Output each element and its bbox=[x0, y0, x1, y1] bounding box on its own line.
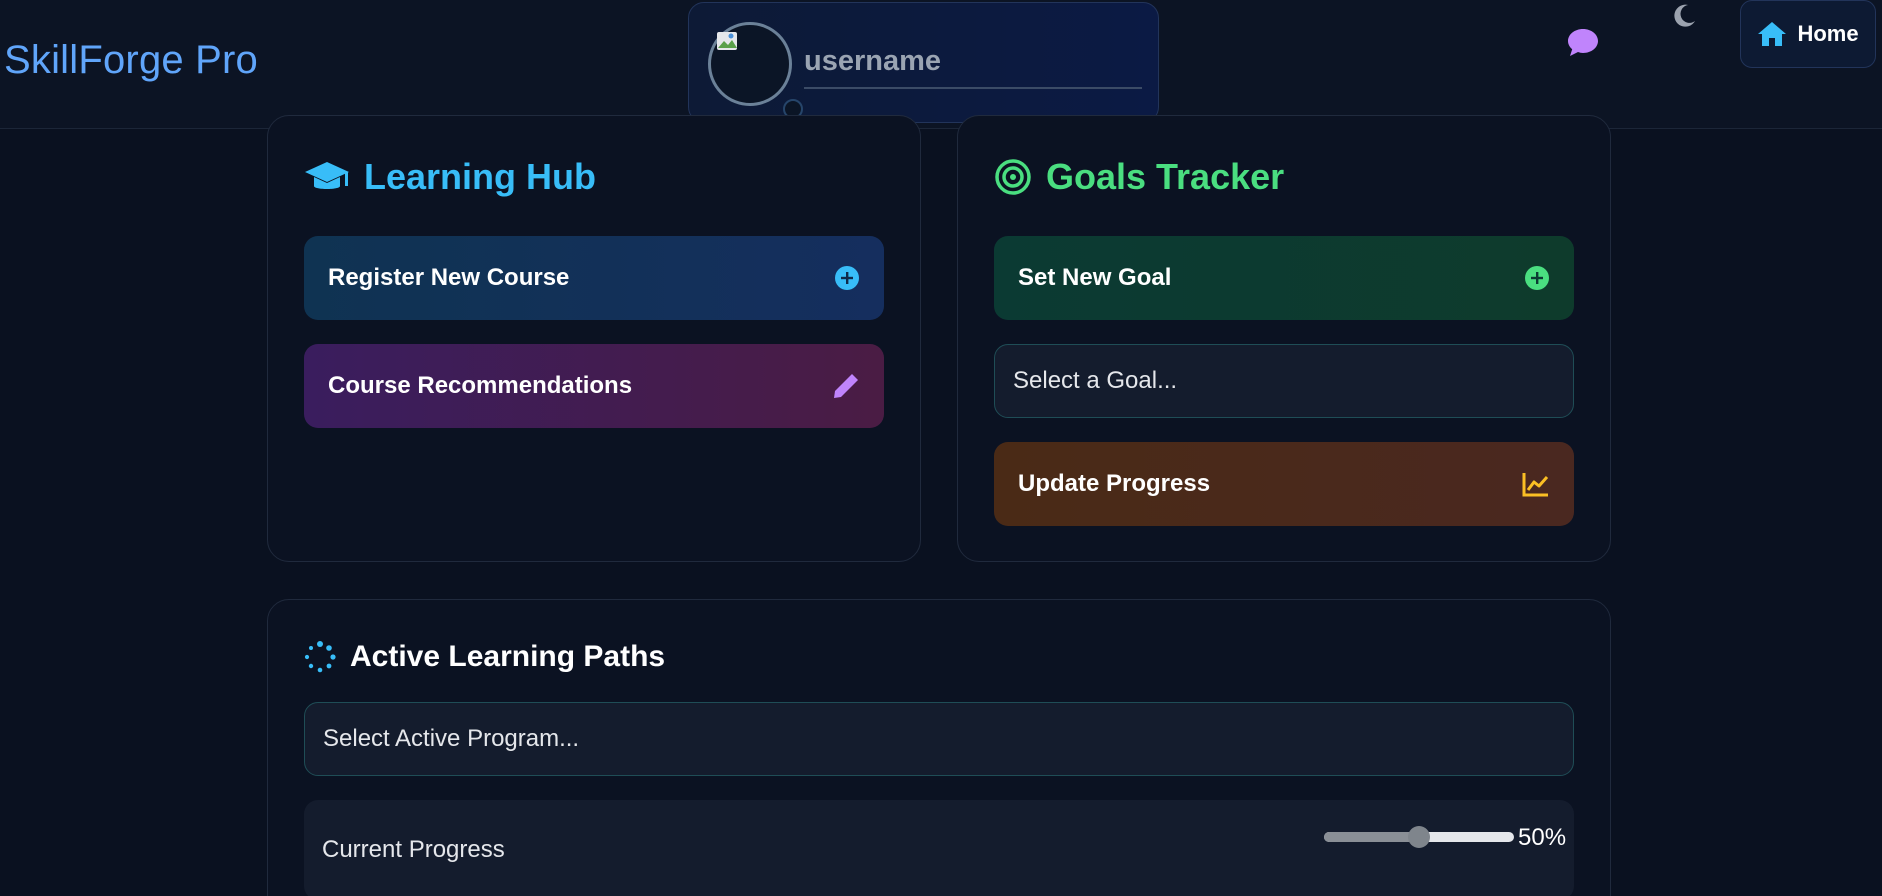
home-button[interactable]: Home bbox=[1740, 0, 1876, 68]
pencil-icon bbox=[834, 374, 858, 398]
course-recommendations-label: Course Recommendations bbox=[328, 372, 633, 399]
plus-circle-icon bbox=[835, 266, 859, 290]
profile-card bbox=[688, 2, 1159, 123]
moon-icon[interactable] bbox=[1672, 2, 1698, 28]
brand-title: SkillForge Pro bbox=[4, 38, 258, 82]
update-progress-button[interactable]: Update Progress bbox=[994, 442, 1574, 526]
active-program-select-value: Select Active Program... bbox=[323, 725, 580, 752]
current-progress-label: Current Progress bbox=[322, 836, 505, 863]
spinner-icon bbox=[304, 641, 336, 673]
target-icon bbox=[995, 159, 1031, 195]
app-root: SkillForge Pro Home bbox=[0, 0, 1882, 896]
home-icon bbox=[1758, 22, 1787, 46]
broken-image-icon bbox=[717, 32, 737, 50]
learning-hub-heading: Learning Hub bbox=[304, 156, 596, 198]
active-paths-heading: Active Learning Paths bbox=[304, 640, 665, 674]
avatar[interactable] bbox=[708, 22, 792, 106]
progress-slider-fill bbox=[1324, 832, 1419, 842]
update-progress-label: Update Progress bbox=[1018, 470, 1211, 497]
register-course-label: Register New Course bbox=[328, 264, 570, 291]
chat-bubble-icon[interactable] bbox=[1566, 26, 1600, 58]
plus-circle-icon bbox=[1525, 266, 1549, 290]
progress-slider-thumb[interactable] bbox=[1408, 826, 1430, 848]
learning-hub-title: Learning Hub bbox=[364, 156, 596, 197]
set-new-goal-label: Set New Goal bbox=[1018, 264, 1172, 291]
progress-value: 50% bbox=[1518, 824, 1567, 851]
username-input[interactable] bbox=[804, 41, 1142, 89]
active-paths-title: Active Learning Paths bbox=[350, 640, 666, 673]
current-progress-panel: Current Progress 50% bbox=[304, 800, 1574, 896]
goals-tracker-card: Goals Tracker Set New Goal Select a Goal… bbox=[957, 115, 1611, 562]
register-course-button[interactable]: Register New Course bbox=[304, 236, 884, 320]
goals-tracker-heading: Goals Tracker bbox=[994, 156, 1284, 198]
progress-slider[interactable] bbox=[1324, 826, 1514, 848]
goal-select-value: Select a Goal... bbox=[1013, 367, 1178, 394]
top-header: SkillForge Pro Home bbox=[0, 0, 1882, 129]
active-program-select[interactable]: Select Active Program... bbox=[304, 702, 1574, 776]
home-button-label: Home bbox=[1797, 21, 1859, 46]
goal-select[interactable]: Select a Goal... bbox=[994, 344, 1574, 418]
set-new-goal-button[interactable]: Set New Goal bbox=[994, 236, 1574, 320]
learning-hub-card: Learning Hub Register New Course Course … bbox=[267, 115, 921, 562]
active-learning-paths-card: Active Learning Paths Select Active Prog… bbox=[267, 599, 1611, 896]
goals-tracker-title: Goals Tracker bbox=[1046, 156, 1285, 197]
course-recommendations-button[interactable]: Course Recommendations bbox=[304, 344, 884, 428]
graduation-cap-icon bbox=[305, 162, 349, 189]
chart-line-icon bbox=[1522, 473, 1549, 497]
